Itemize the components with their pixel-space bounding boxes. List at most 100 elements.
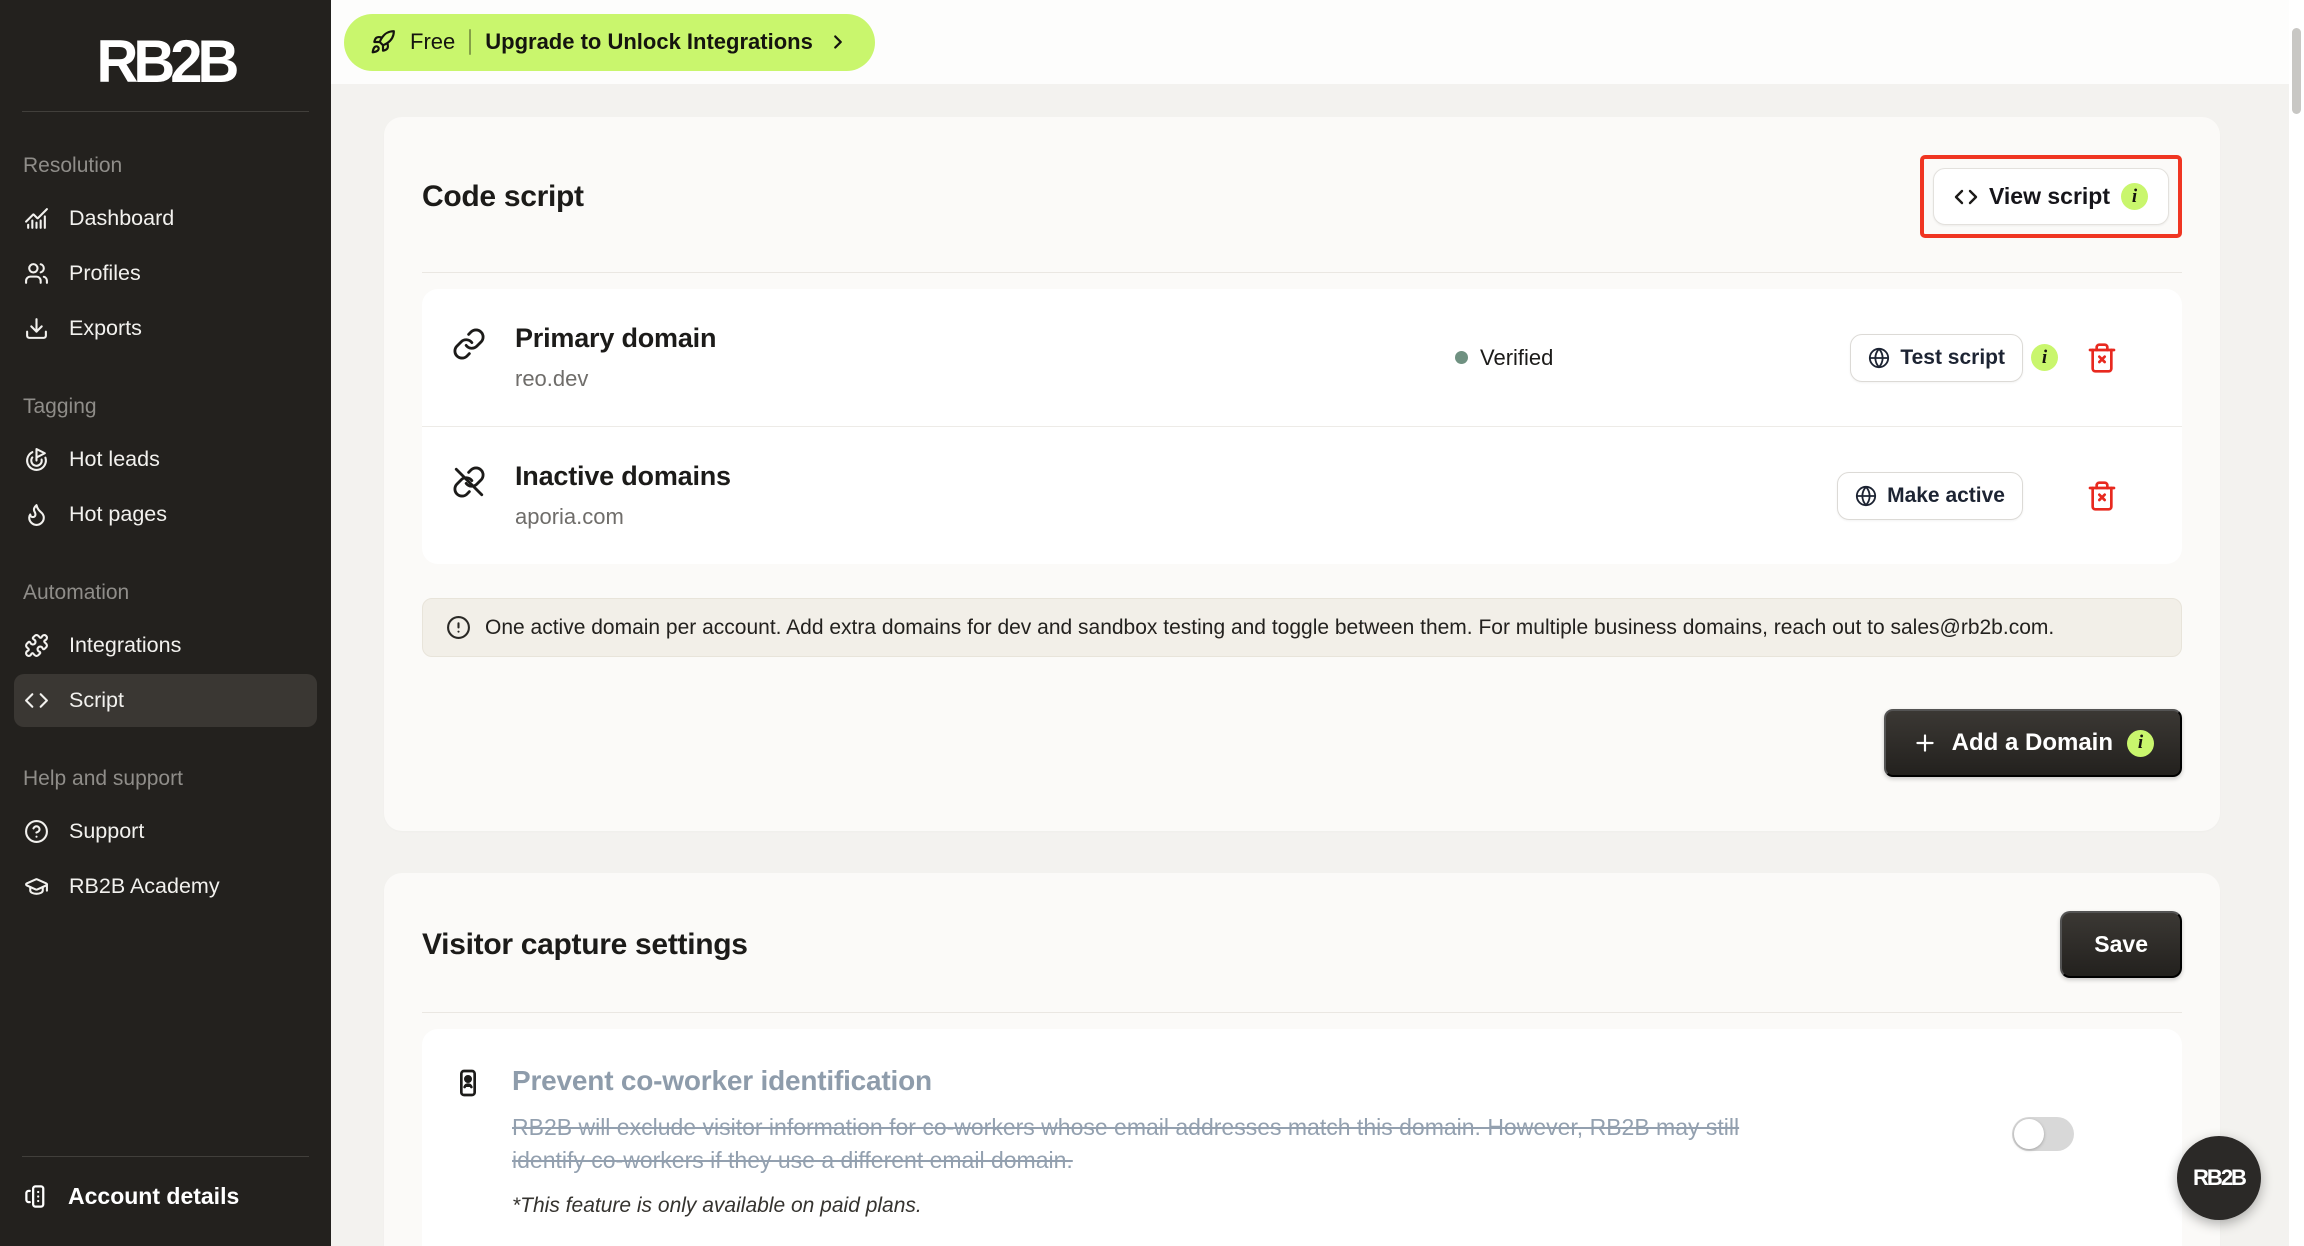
sidebar-item-hot-pages[interactable]: Hot pages: [14, 488, 317, 541]
section-label-automation: Automation: [0, 567, 331, 617]
header-divider: [422, 1012, 2182, 1013]
chevron-right-icon: [827, 31, 849, 53]
nav-section-resolution: Resolution Dashboard Profiles Exports: [0, 140, 331, 355]
view-script-button[interactable]: View script i: [1933, 168, 2169, 225]
test-script-button[interactable]: Test script: [1850, 334, 2023, 382]
nav-section-tagging: Tagging Hot leads Hot pages: [0, 381, 331, 541]
sidebar-footer: Account details: [0, 1156, 331, 1216]
visitor-capture-header: Visitor capture settings Save: [422, 911, 2182, 978]
page-content: Code script View script i: [331, 84, 2304, 1246]
plus-icon: [1912, 730, 1938, 756]
account-details-button[interactable]: Account details: [0, 1157, 331, 1216]
code-script-card: Code script View script i: [384, 117, 2220, 831]
help-circle-icon: [24, 819, 49, 844]
account-details-label: Account details: [68, 1183, 239, 1210]
delete-domain-icon[interactable]: [2086, 480, 2118, 512]
coworker-setting-panel: Prevent co-worker identification RB2B wi…: [422, 1029, 2182, 1246]
download-icon: [24, 316, 49, 341]
verified-status: Verified: [1455, 345, 1850, 371]
domain-name: reo.dev: [515, 366, 1455, 392]
code-icon: [1954, 185, 1978, 209]
domain-row-inactive: Inactive domains aporia.com Make active: [422, 426, 2182, 564]
add-domain-label: Add a Domain: [1952, 729, 2113, 757]
domain-title: Primary domain: [515, 323, 1455, 354]
section-label-resolution: Resolution: [0, 140, 331, 190]
sidebar-item-profiles[interactable]: Profiles: [14, 247, 317, 300]
scrollbar-thumb[interactable]: [2292, 28, 2301, 114]
contact-card-icon: [452, 1067, 484, 1099]
puzzle-icon: [24, 633, 49, 658]
visitor-capture-card: Visitor capture settings Save Prevent co…: [384, 873, 2220, 1246]
domain-row-primary: Primary domain reo.dev Verified Test scr…: [422, 289, 2182, 426]
toggle-knob: [2014, 1119, 2044, 1149]
sidebar-item-label: Hot leads: [69, 447, 160, 472]
graduation-cap-icon: [24, 874, 49, 899]
info-badge-icon[interactable]: i: [2031, 344, 2058, 371]
red-annotation-box: View script i: [1920, 155, 2182, 238]
sidebar-item-label: Script: [69, 688, 124, 713]
link-icon: [452, 327, 486, 361]
sidebar-item-label: Dashboard: [69, 206, 174, 231]
sidebar-item-label: Integrations: [69, 633, 181, 658]
info-badge-icon[interactable]: i: [2121, 183, 2148, 210]
verified-dot: [1455, 351, 1468, 364]
domain-info: Inactive domains aporia.com: [515, 461, 1455, 530]
sidebar-item-integrations[interactable]: Integrations: [14, 619, 317, 672]
sidebar-item-script[interactable]: Script: [14, 674, 317, 727]
setting-text-block: Prevent co-worker identification RB2B wi…: [512, 1065, 1782, 1218]
rb2b-logo: RB2B: [0, 27, 331, 97]
setting-title: Prevent co-worker identification: [512, 1065, 1782, 1097]
code-script-header: Code script View script i: [422, 155, 2182, 238]
account-card-icon: [23, 1183, 50, 1210]
setting-description: RB2B will exclude visitor information fo…: [512, 1111, 1782, 1178]
info-badge-slot: i: [2023, 344, 2070, 371]
domains-note: One active domain per account. Add extra…: [422, 598, 2182, 657]
goal-target-icon: [24, 447, 49, 472]
globe-icon: [1868, 347, 1890, 369]
upgrade-banner[interactable]: Free Upgrade to Unlock Integrations: [344, 14, 875, 71]
sidebar: RB2B Resolution Dashboard Profiles E: [0, 0, 331, 1246]
unlink-icon: [452, 465, 486, 499]
top-bar: Free Upgrade to Unlock Integrations: [331, 0, 2304, 84]
add-domain-button[interactable]: Add a Domain i: [1884, 709, 2182, 777]
rocket-icon: [370, 29, 396, 55]
sidebar-item-dashboard[interactable]: Dashboard: [14, 192, 317, 245]
make-active-button[interactable]: Make active: [1837, 472, 2023, 520]
sidebar-item-academy[interactable]: RB2B Academy: [14, 860, 317, 913]
nav-section-automation: Automation Integrations Script: [0, 567, 331, 727]
dashboard-chart-icon: [24, 206, 49, 231]
test-script-label: Test script: [1900, 346, 2005, 370]
main-area: Free Upgrade to Unlock Integrations Code…: [331, 0, 2304, 1246]
sidebar-item-label: Exports: [69, 316, 142, 341]
section-label-tagging: Tagging: [0, 381, 331, 431]
visitor-capture-title: Visitor capture settings: [422, 928, 748, 962]
verified-label: Verified: [1480, 345, 1553, 371]
sidebar-item-label: RB2B Academy: [69, 874, 220, 899]
add-domain-row: Add a Domain i: [422, 709, 2182, 777]
domain-title: Inactive domains: [515, 461, 1455, 492]
setting-paid-note: *This feature is only available on paid …: [512, 1194, 1782, 1218]
users-icon: [24, 261, 49, 286]
sidebar-item-label: Hot pages: [69, 502, 167, 527]
globe-icon: [1855, 485, 1877, 507]
domain-info: Primary domain reo.dev: [515, 323, 1455, 392]
sidebar-item-hot-leads[interactable]: Hot leads: [14, 433, 317, 486]
sidebar-item-support[interactable]: Support: [14, 805, 317, 858]
header-divider: [422, 272, 2182, 273]
note-text: One active domain per account. Add extra…: [485, 616, 2054, 640]
domains-panel: Primary domain reo.dev Verified Test scr…: [422, 289, 2182, 564]
pill-divider: [469, 29, 471, 55]
coworker-toggle[interactable]: [2012, 1117, 2074, 1151]
chat-widget-button[interactable]: RB2B: [2177, 1136, 2261, 1220]
page-scrollbar[interactable]: [2289, 0, 2304, 1246]
info-badge-icon[interactable]: i: [2127, 730, 2154, 757]
sidebar-nav: Resolution Dashboard Profiles Exports: [0, 112, 331, 939]
upgrade-cta-label: Upgrade to Unlock Integrations: [485, 29, 813, 55]
domain-name: aporia.com: [515, 504, 1455, 530]
view-script-label: View script: [1989, 183, 2110, 210]
sidebar-item-exports[interactable]: Exports: [14, 302, 317, 355]
alert-circle-icon: [446, 615, 471, 640]
code-script-title: Code script: [422, 180, 584, 214]
delete-domain-icon[interactable]: [2086, 342, 2118, 374]
save-button[interactable]: Save: [2060, 911, 2182, 978]
